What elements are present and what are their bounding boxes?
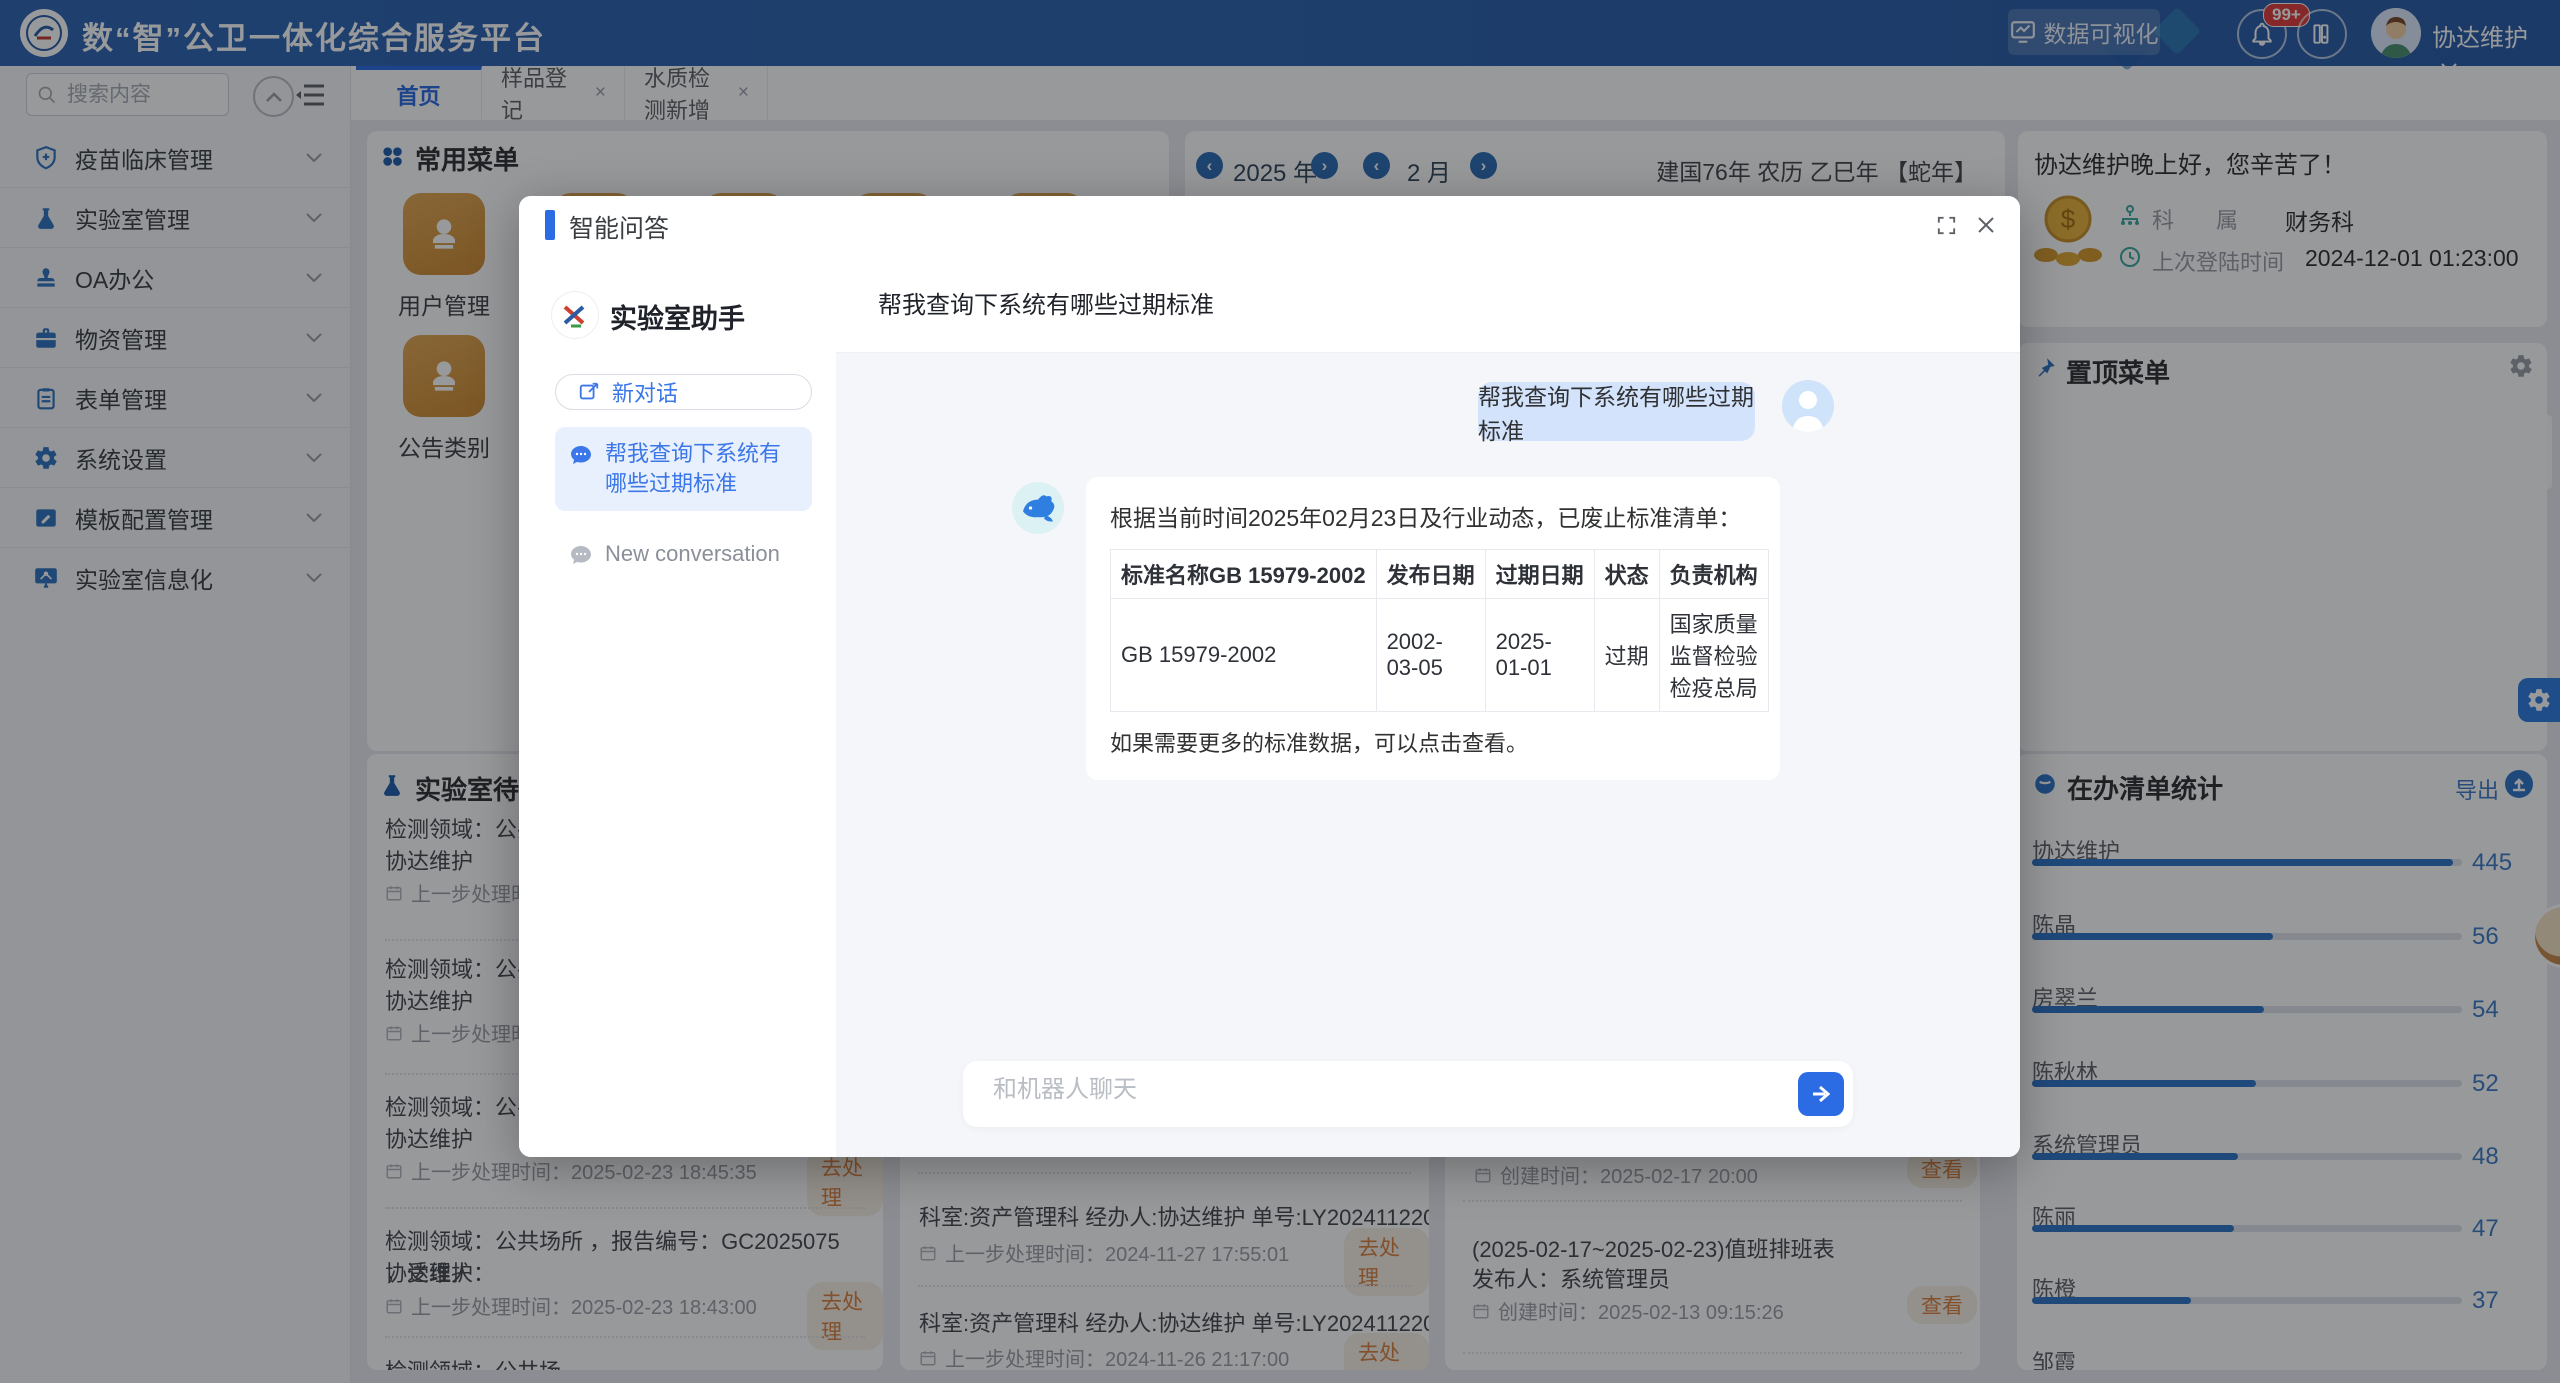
- table-cell: 2002-03-05: [1376, 599, 1485, 712]
- bot-avatar: [1012, 482, 1064, 534]
- title-accent-bar: [545, 210, 555, 240]
- table-cell: 过期: [1594, 599, 1659, 712]
- table-row: GB 15979-2002 2002-03-05 2025-01-01 过期 国…: [1111, 599, 1769, 712]
- chat-area: 帮我查询下系统有哪些过期标准 帮我查询下系统有哪些过期标准 根据当前时间2025…: [836, 253, 2020, 1157]
- messages-region: 帮我查询下系统有哪些过期标准 根据当前时间2025年02月23日及行业动态，已废…: [836, 352, 2020, 1157]
- fullscreen-icon[interactable]: [1935, 214, 1958, 237]
- chat-bubble-icon: [569, 443, 593, 467]
- send-button[interactable]: [1798, 1072, 1844, 1116]
- table-header: 过期日期: [1485, 550, 1594, 599]
- bot-footer-text: 如果需要更多的标准数据，可以点击查看。: [1110, 726, 1756, 758]
- conversation-panel: 实验室助手 新对话 帮我查询下系统有哪些过期标准 New conversatio…: [519, 253, 837, 1157]
- person-icon: [1782, 380, 1834, 432]
- conversation-item[interactable]: New conversation: [555, 527, 812, 581]
- xiadoo-logo-icon: [557, 297, 593, 333]
- bot-intro-text: 根据当前时间2025年02月23日及行业动态，已废止标准清单：: [1110, 499, 1756, 533]
- assistant-logo: [552, 292, 598, 338]
- table-cell: 国家质量监督检验检疫总局: [1659, 599, 1768, 712]
- compose-icon: [578, 381, 600, 403]
- bot-message-bubble: 根据当前时间2025年02月23日及行业动态，已废止标准清单： 标准名称GB 1…: [1086, 477, 1780, 780]
- chat-input-bar: [963, 1061, 1853, 1127]
- chat-bubble-icon: [569, 543, 593, 567]
- table-header: 状态: [1594, 550, 1659, 599]
- modal-title: 智能问答: [569, 209, 669, 245]
- chat-title: 帮我查询下系统有哪些过期标准: [878, 285, 1214, 320]
- chat-title-bar: 帮我查询下系统有哪些过期标准: [836, 253, 2020, 353]
- modal-header: 智能问答: [519, 196, 2020, 254]
- chat-input[interactable]: [991, 1075, 1735, 1105]
- app-screen: 数“智”公卫一体化综合服务平台 数据可视化 99+ 协达维护: [0, 0, 2560, 1383]
- close-icon[interactable]: [1974, 213, 1998, 237]
- user-chat-avatar: [1782, 380, 1834, 432]
- table-cell: 2025-01-01: [1485, 599, 1594, 712]
- table-cell: GB 15979-2002: [1111, 599, 1377, 712]
- table-header: 标准名称GB 15979-2002: [1111, 550, 1377, 599]
- standards-table: 标准名称GB 15979-2002 发布日期 过期日期 状态 负责机构 GB 1…: [1110, 549, 1769, 712]
- whale-icon: [1018, 488, 1058, 528]
- smart-qa-modal: 智能问答 实验室助手 新对话 帮我查询下系统有哪些过期标准: [519, 196, 2020, 1157]
- assistant-name: 实验室助手: [610, 297, 745, 336]
- new-chat-button[interactable]: 新对话: [555, 374, 812, 410]
- send-icon: [1809, 1082, 1833, 1106]
- user-message-bubble: 帮我查询下系统有哪些过期标准: [1478, 382, 1755, 441]
- table-header: 发布日期: [1376, 550, 1485, 599]
- table-header: 负责机构: [1659, 550, 1768, 599]
- conversation-item-active[interactable]: 帮我查询下系统有哪些过期标准: [555, 427, 812, 511]
